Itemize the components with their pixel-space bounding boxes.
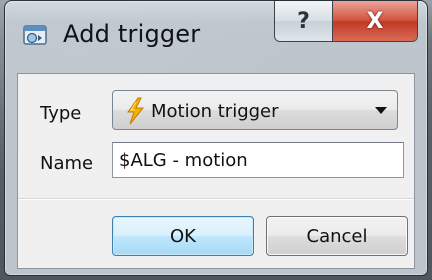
caption-buttons: ? X [274, 1, 418, 42]
button-separator [18, 198, 414, 200]
ok-button[interactable]: OK [112, 216, 254, 256]
chevron-down-icon[interactable] [375, 107, 387, 114]
name-input[interactable] [112, 142, 404, 178]
close-button[interactable]: X [333, 1, 417, 41]
add-trigger-dialog: Add trigger ? X Type Motion trigger Name… [4, 0, 428, 276]
dialog-title: Add trigger [63, 20, 201, 48]
cancel-button[interactable]: Cancel [266, 216, 408, 256]
title-bar[interactable]: Add trigger ? X [5, 1, 427, 69]
dialog-content: Type Motion trigger Name OK Cancel [17, 73, 415, 269]
help-button[interactable]: ? [275, 1, 333, 41]
type-dropdown[interactable]: Motion trigger [112, 90, 398, 130]
name-label: Name [40, 153, 94, 174]
lightning-bolt-icon [127, 97, 145, 125]
type-dropdown-value: Motion trigger [151, 101, 279, 122]
type-label: Type [40, 103, 82, 124]
add-trigger-app-icon [23, 25, 47, 45]
